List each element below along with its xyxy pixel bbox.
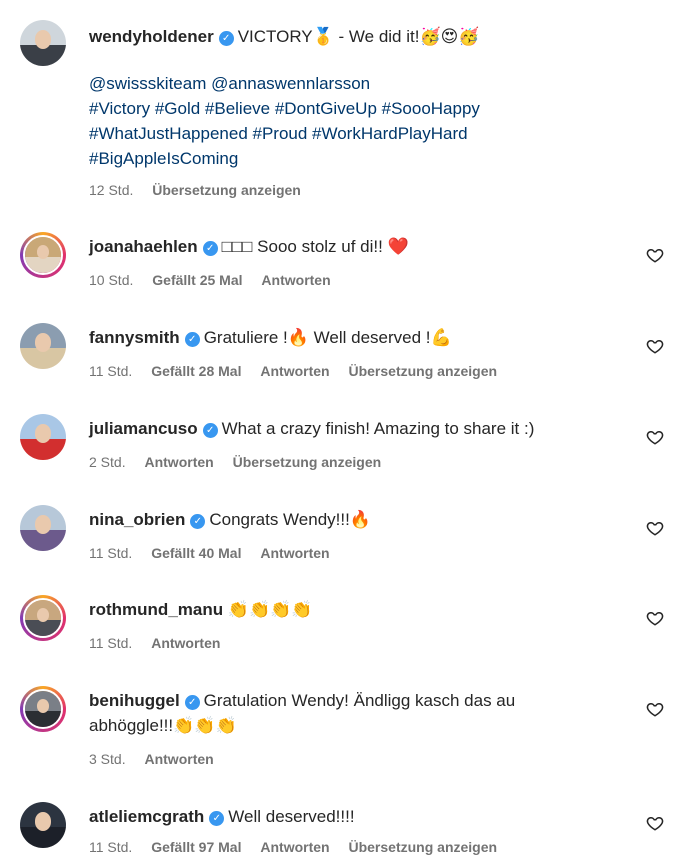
comment: nina_obrien ✓ Congrats Wendy!!!🔥 11 Std. G… <box>0 503 680 583</box>
verified-badge-icon: ✓ <box>209 811 225 826</box>
comment: benihuggel ✓ Gratulation Wendy! Ändligg ka… <box>0 684 680 784</box>
reply-button[interactable]: Antworten <box>260 363 329 379</box>
comment-meta: 2 Std. Antworten Übersetzung anzeigen <box>89 454 396 470</box>
avatar[interactable] <box>20 323 66 369</box>
comment: rothmund_manu 👏👏👏👏 11 Std. Antworten <box>0 593 680 673</box>
comment-line: juliamancuso ✓ What a crazy finish! Amazin… <box>89 416 610 441</box>
reply-button[interactable]: Antworten <box>261 272 330 288</box>
comment-text: □□□ Sooo stolz uf di!! ❤️ <box>221 237 409 256</box>
verified-badge-icon: ✓ <box>190 514 206 529</box>
verified-badge-icon: ✓ <box>202 241 218 256</box>
heart-outline-icon[interactable] <box>646 337 664 355</box>
comment-text-continued: abhöggle!!!👏👏👏 <box>89 716 237 735</box>
likes-count[interactable]: Gefällt 40 Mal <box>151 545 241 561</box>
avatar[interactable] <box>20 20 66 66</box>
comment-line: rothmund_manu 👏👏👏👏 <box>89 597 610 622</box>
likes-count[interactable]: Gefällt 97 Mal <box>151 839 241 855</box>
timestamp[interactable]: 12 Std. <box>89 182 133 198</box>
caption-text: VICTORY🥇 - We did it!🥳😍🥳 <box>237 27 480 46</box>
heart-outline-icon[interactable] <box>646 246 664 264</box>
likes-count[interactable]: Gefällt 28 Mal <box>151 363 241 379</box>
avatar[interactable] <box>20 232 66 278</box>
reply-button[interactable]: Antworten <box>151 635 220 651</box>
comment-meta: 3 Std. Antworten <box>89 751 229 767</box>
timestamp[interactable]: 3 Std. <box>89 751 126 767</box>
comment-text: Well deserved!!!! <box>228 807 355 826</box>
comment-text: Congrats Wendy!!!🔥 <box>209 510 372 529</box>
verified-badge-icon: ✓ <box>218 31 234 46</box>
comment-meta: 11 Std. Gefällt 40 Mal Antworten <box>89 545 345 561</box>
reply-button[interactable]: Antworten <box>260 839 329 855</box>
comment-line: fannysmith ✓ Gratuliere !🔥 Well deserved !… <box>89 325 610 350</box>
verified-badge-icon: ✓ <box>184 332 200 347</box>
reply-button[interactable]: Antworten <box>144 454 213 470</box>
translate-button[interactable]: Übersetzung anzeigen <box>233 454 382 470</box>
caption-meta: 12 Std. Übersetzung anzeigen <box>89 182 316 198</box>
username[interactable]: nina_obrien <box>89 510 185 529</box>
reply-button[interactable]: Antworten <box>260 545 329 561</box>
heart-outline-icon[interactable] <box>646 814 664 832</box>
username[interactable]: wendyholdener <box>89 27 214 46</box>
timestamp[interactable]: 11 Std. <box>89 363 132 379</box>
username[interactable]: atleliemcgrath <box>89 807 204 826</box>
comment-meta: 11 Std. Antworten <box>89 635 235 651</box>
comment-text: 👏👏👏👏 <box>227 600 313 619</box>
comment-line: atleliemcgrath ✓ Well deserved!!!! <box>89 804 610 829</box>
avatar[interactable] <box>20 802 66 848</box>
avatar[interactable] <box>20 414 66 460</box>
verified-badge-icon: ✓ <box>202 423 218 438</box>
timestamp[interactable]: 2 Std. <box>89 454 126 470</box>
avatar[interactable] <box>20 686 66 732</box>
translate-button[interactable]: Übersetzung anzeigen <box>152 182 301 198</box>
verified-badge-icon: ✓ <box>184 695 200 710</box>
timestamp[interactable]: 10 Std. <box>89 272 133 288</box>
heart-outline-icon[interactable] <box>646 609 664 627</box>
username[interactable]: fannysmith <box>89 328 180 347</box>
mentions[interactable]: @swissskiteam @annaswennlarsson <box>89 71 610 96</box>
avatar[interactable] <box>20 505 66 551</box>
post-caption: wendyholdener ✓ VICTORY🥇 - We did it!🥳😍🥳 @… <box>0 0 680 210</box>
username[interactable]: rothmund_manu <box>89 600 223 619</box>
hashtags-line-3[interactable]: #BigAppleIsComing <box>89 146 610 171</box>
comment-meta: 11 Std. Gefällt 28 Mal Antworten Überset… <box>89 363 512 379</box>
comment: juliamancuso ✓ What a crazy finish! Amazin… <box>0 412 680 492</box>
heart-outline-icon[interactable] <box>646 428 664 446</box>
timestamp[interactable]: 11 Std. <box>89 635 132 651</box>
comment-line: nina_obrien ✓ Congrats Wendy!!!🔥 <box>89 507 610 532</box>
timestamp[interactable]: 11 Std. <box>89 545 132 561</box>
comment-text: What a crazy finish! Amazing to share it… <box>221 419 535 438</box>
comment-meta: 11 Std. Gefällt 97 Mal Antworten Überset… <box>89 839 512 855</box>
likes-count[interactable]: Gefällt 25 Mal <box>152 272 242 288</box>
reply-button[interactable]: Antworten <box>144 751 213 767</box>
comment-meta: 10 Std. Gefällt 25 Mal Antworten <box>89 272 346 288</box>
heart-outline-icon[interactable] <box>646 700 664 718</box>
translate-button[interactable]: Übersetzung anzeigen <box>348 839 497 855</box>
hashtags-line-1[interactable]: #Victory #Gold #Believe #DontGiveUp #Soo… <box>89 96 610 121</box>
comment: fannysmith ✓ Gratuliere !🔥 Well deserved !… <box>0 321 680 401</box>
comment: atleliemcgrath ✓ Well deserved!!!! 11 Std.… <box>0 800 680 859</box>
username[interactable]: benihuggel <box>89 691 180 710</box>
avatar[interactable] <box>20 595 66 641</box>
timestamp[interactable]: 11 Std. <box>89 839 132 855</box>
translate-button[interactable]: Übersetzung anzeigen <box>348 363 497 379</box>
comment-text: Gratulation Wendy! Ändligg kasch das au <box>203 691 516 710</box>
heart-outline-icon[interactable] <box>646 519 664 537</box>
username[interactable]: juliamancuso <box>89 419 198 438</box>
comment-line: joanahaehlen ✓ □□□ Sooo stolz uf di!! ❤️ <box>89 234 610 259</box>
comment: joanahaehlen ✓ □□□ Sooo stolz uf di!! ❤️ 1… <box>0 230 680 310</box>
comment-line: benihuggel ✓ Gratulation Wendy! Ändligg ka… <box>89 688 610 713</box>
caption-line: wendyholdener ✓ VICTORY🥇 - We did it!🥳😍🥳 <box>89 24 610 49</box>
username[interactable]: joanahaehlen <box>89 237 198 256</box>
hashtags-line-2[interactable]: #WhatJustHappened #Proud #WorkHardPlayHa… <box>89 121 610 146</box>
comment-text: Gratuliere !🔥 Well deserved !💪 <box>203 328 452 347</box>
